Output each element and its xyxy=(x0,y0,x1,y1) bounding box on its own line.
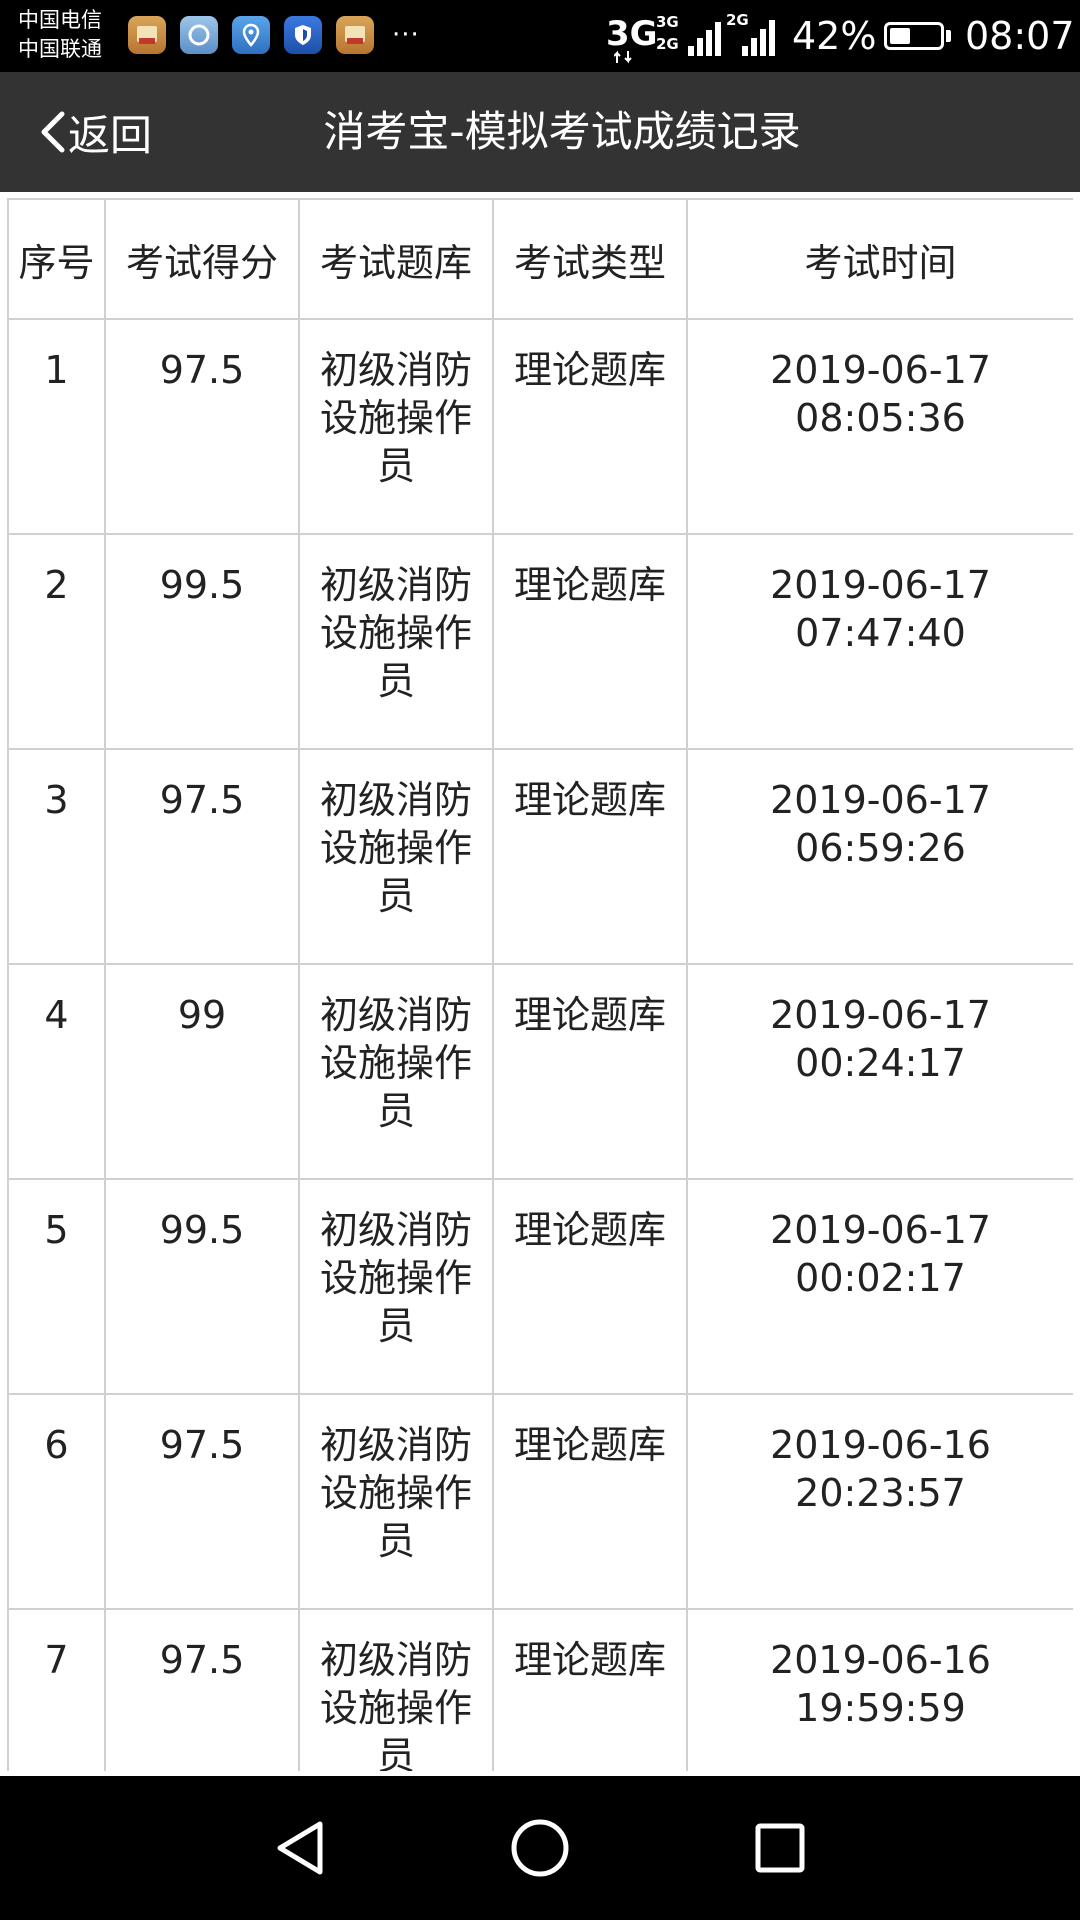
app-icon-1 xyxy=(128,16,166,54)
cell-time: 2019-06-16 20:23:57 xyxy=(686,1393,1073,1610)
nav-home-button[interactable] xyxy=(504,1812,576,1884)
nav-back-button[interactable] xyxy=(264,1812,336,1884)
cell-index: 2 xyxy=(7,533,106,750)
cell-bank-text: 初级消防设施操作员 xyxy=(319,1423,472,1563)
cell-time-text: 2019-06-17 06:59:26 xyxy=(770,778,991,870)
header-index: 序号 xyxy=(7,198,106,320)
cell-time: 2019-06-17 00:24:17 xyxy=(686,963,1073,1180)
cell-index: 4 xyxy=(7,963,106,1180)
table-row: 5 99.5 初级消防设施操作员 理论题库 2019-06-17 00:02:1… xyxy=(7,1178,1073,1395)
battery-tip xyxy=(946,30,951,42)
cell-time-text: 2019-06-17 08:05:36 xyxy=(770,348,991,440)
battery-percent: 42% xyxy=(792,14,877,58)
cell-index: 7 xyxy=(7,1608,106,1771)
table-row: 7 97.5 初级消防设施操作员 理论题库 2019-06-16 19:59:5… xyxy=(7,1608,1073,1771)
location-app-icon xyxy=(232,16,270,54)
cell-time: 2019-06-16 19:59:59 xyxy=(686,1608,1073,1771)
network-type-3g: 3G xyxy=(606,14,658,54)
app-icon-2 xyxy=(180,16,218,54)
cell-score: 97.5 xyxy=(104,1608,300,1771)
table-row: 6 97.5 初级消防设施操作员 理论题库 2019-06-16 20:23:5… xyxy=(7,1393,1073,1610)
cell-time: 2019-06-17 00:02:17 xyxy=(686,1178,1073,1395)
clock: 08:07 xyxy=(965,14,1075,58)
cell-bank-text: 初级消防设施操作员 xyxy=(319,778,472,918)
table-row: 3 97.5 初级消防设施操作员 理论题库 2019-06-17 06:59:2… xyxy=(7,748,1073,965)
signal-strength-icon-1 xyxy=(688,18,721,56)
cell-type: 理论题库 xyxy=(492,748,688,965)
cell-type: 理论题库 xyxy=(492,533,688,750)
signal-strength-icon-2 xyxy=(742,20,775,56)
home-circle-icon xyxy=(511,1819,569,1877)
cell-bank: 初级消防设施操作员 xyxy=(298,1608,494,1771)
cell-time: 2019-06-17 08:05:36 xyxy=(686,318,1073,535)
status-bar: 中国电信 中国联通 ··· 3G 3G 2G 2G 42% 08:07 xyxy=(0,0,1080,72)
carrier-names: 中国电信 中国联通 xyxy=(18,6,102,64)
table-row: 4 99 初级消防设施操作员 理论题库 2019-06-17 00:24:17 xyxy=(7,963,1073,1180)
cell-score: 97.5 xyxy=(104,318,300,535)
back-triangle-icon xyxy=(277,1821,323,1875)
records-table-container[interactable]: 序号 考试得分 考试题库 考试类型 考试时间 1 97.5 初级消防设施操作员 … xyxy=(7,198,1073,1771)
app-header: 返回 消考宝-模拟考试成绩记录 xyxy=(0,72,1080,192)
cell-score: 99 xyxy=(104,963,300,1180)
cell-type: 理论题库 xyxy=(492,1608,688,1771)
cell-type: 理论题库 xyxy=(492,318,688,535)
cell-bank-text: 初级消防设施操作员 xyxy=(319,348,472,488)
table-row: 1 97.5 初级消防设施操作员 理论题库 2019-06-17 08:05:3… xyxy=(7,318,1073,535)
recents-square-icon xyxy=(755,1823,805,1873)
cell-bank: 初级消防设施操作员 xyxy=(298,318,494,535)
header-time: 考试时间 xyxy=(686,198,1073,320)
cell-type: 理论题库 xyxy=(492,1178,688,1395)
header-score: 考试得分 xyxy=(104,198,300,320)
battery-level-fill xyxy=(890,28,910,44)
cell-score: 99.5 xyxy=(104,533,300,750)
cell-bank-text: 初级消防设施操作员 xyxy=(319,993,472,1133)
cell-bank: 初级消防设施操作员 xyxy=(298,1393,494,1610)
cell-time: 2019-06-17 07:47:40 xyxy=(686,533,1073,750)
cell-time-text: 2019-06-17 00:24:17 xyxy=(770,993,991,1085)
cell-score: 97.5 xyxy=(104,748,300,965)
system-navigation-bar xyxy=(0,1776,1080,1920)
cell-index: 6 xyxy=(7,1393,106,1610)
cell-score: 97.5 xyxy=(104,1393,300,1610)
cell-index: 5 xyxy=(7,1178,106,1395)
network-type-2g-small: 2G xyxy=(656,35,679,53)
data-arrows-icon xyxy=(614,50,632,64)
cell-score: 99.5 xyxy=(104,1178,300,1395)
exam-records-table: 序号 考试得分 考试题库 考试类型 考试时间 1 97.5 初级消防设施操作员 … xyxy=(7,198,1073,1771)
cell-time-text: 2019-06-16 20:23:57 xyxy=(770,1423,991,1515)
cell-bank-text: 初级消防设施操作员 xyxy=(319,1638,472,1771)
cell-index: 3 xyxy=(7,748,106,965)
network-type-3g-small: 3G xyxy=(656,13,679,31)
header-type: 考试类型 xyxy=(492,198,688,320)
table-row: 2 99.5 初级消防设施操作员 理论题库 2019-06-17 07:47:4… xyxy=(7,533,1073,750)
table-header-row: 序号 考试得分 考试题库 考试类型 考试时间 xyxy=(7,198,1073,320)
notification-icons: ··· xyxy=(128,16,420,54)
cell-index: 1 xyxy=(7,318,106,535)
more-notifications-icon: ··· xyxy=(392,20,420,50)
cell-bank: 初级消防设施操作员 xyxy=(298,533,494,750)
cell-time: 2019-06-17 06:59:26 xyxy=(686,748,1073,965)
carrier-1: 中国电信 xyxy=(18,8,102,32)
app-icon-5 xyxy=(336,16,374,54)
cell-bank: 初级消防设施操作员 xyxy=(298,963,494,1180)
cell-time-text: 2019-06-17 00:02:17 xyxy=(770,1208,991,1300)
cell-bank: 初级消防设施操作员 xyxy=(298,748,494,965)
header-bank: 考试题库 xyxy=(298,198,494,320)
cell-bank-text: 初级消防设施操作员 xyxy=(319,1208,472,1348)
carrier-2: 中国联通 xyxy=(18,37,102,61)
cell-time-text: 2019-06-16 19:59:59 xyxy=(770,1638,991,1730)
cell-bank: 初级消防设施操作员 xyxy=(298,1178,494,1395)
cell-type: 理论题库 xyxy=(492,1393,688,1610)
cell-bank-text: 初级消防设施操作员 xyxy=(319,563,472,703)
page-title: 消考宝-模拟考试成绩记录 xyxy=(323,107,801,156)
battery-icon xyxy=(884,22,944,50)
shield-app-icon xyxy=(284,16,322,54)
cell-time-text: 2019-06-17 07:47:40 xyxy=(770,563,991,655)
cell-type: 理论题库 xyxy=(492,963,688,1180)
nav-recents-button[interactable] xyxy=(744,1812,816,1884)
